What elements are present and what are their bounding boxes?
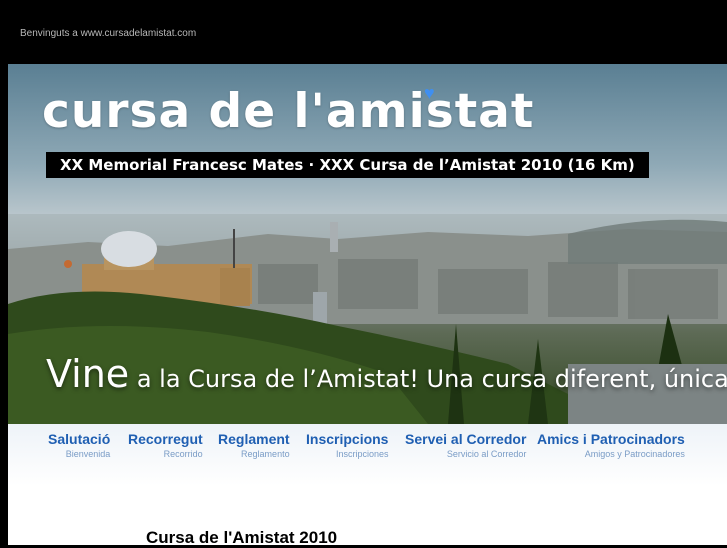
nav-item-sublabel[interactable]: Inscripciones — [306, 449, 389, 459]
banner-slogan: Vine a la Cursa de l’Amistat! Una cursa … — [46, 352, 727, 396]
nav-item-label[interactable]: Recorregut — [128, 431, 203, 447]
main-content-area: Salutació Bienvenida Recorregut Recorrid… — [8, 424, 727, 547]
nav-item-servei-corredor[interactable]: Servei al Corredor Servicio al Corredor — [405, 431, 526, 459]
nav-item-amics-patrocinadors[interactable]: Amics i Patrocinadors Amigos y Patrocina… — [537, 431, 685, 459]
nav-item-recorregut[interactable]: Recorregut Recorrido — [128, 431, 203, 459]
nav-item-label[interactable]: Reglament — [218, 431, 290, 447]
top-bar: Benvinguts a www.cursadelamistat.com — [0, 0, 727, 64]
nav-item-label[interactable]: Inscripcions — [306, 431, 388, 447]
nav-item-label[interactable]: Servei al Corredor — [405, 431, 526, 447]
page-title: Cursa de l'Amistat 2010 — [146, 528, 338, 547]
event-subtitle: XX Memorial Francesc Mates · XXX Cursa d… — [46, 152, 649, 178]
welcome-text: Benvinguts a www.cursadelamistat.com — [20, 28, 197, 39]
main-navigation: Salutació Bienvenida Recorregut Recorrid… — [8, 424, 727, 486]
nav-item-sublabel[interactable]: Recorrido — [128, 449, 203, 459]
nav-item-reglament[interactable]: Reglament Reglamento — [218, 431, 290, 459]
header-banner: cursa de l'amistat ♥ XX Memorial Frances… — [8, 64, 727, 424]
nav-item-salutacio[interactable]: Salutació Bienvenida — [48, 431, 110, 459]
nav-item-inscripcions[interactable]: Inscripcions Inscripciones — [306, 431, 388, 459]
slogan-text: a la Cursa de l’Amistat! Una cursa difer… — [129, 365, 727, 393]
slogan-highlight: Vine — [46, 352, 130, 396]
nav-item-sublabel[interactable]: Reglamento — [218, 449, 290, 459]
nav-item-label[interactable]: Salutació — [48, 431, 110, 447]
nav-item-sublabel[interactable]: Amigos y Patrocinadores — [537, 449, 685, 459]
site-logo[interactable]: cursa de l'amistat — [42, 84, 534, 139]
nav-item-sublabel[interactable]: Bienvenida — [48, 449, 111, 459]
nav-item-sublabel[interactable]: Servicio al Corredor — [405, 449, 527, 459]
heart-icon: ♥ — [424, 83, 435, 103]
nav-item-label[interactable]: Amics i Patrocinadors — [537, 431, 685, 447]
